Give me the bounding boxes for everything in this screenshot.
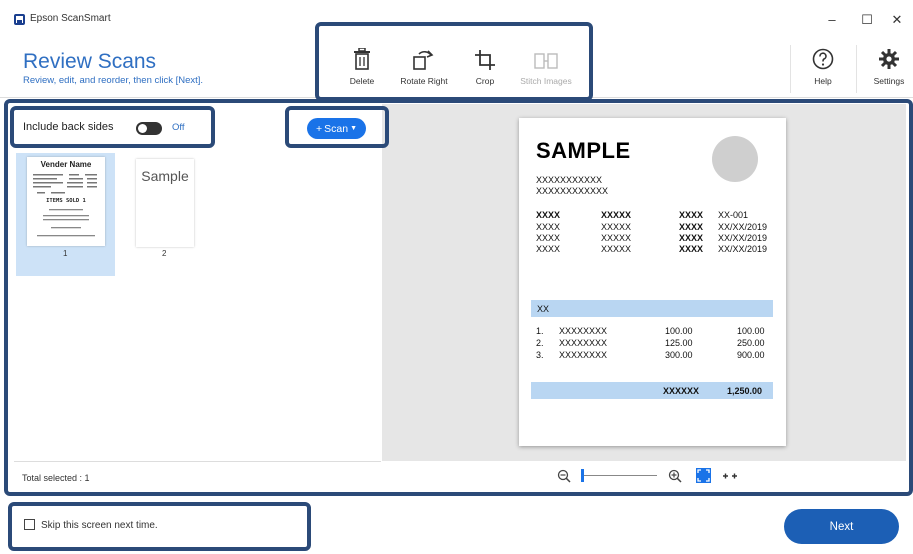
toolbar-divider	[856, 45, 857, 93]
minimize-button[interactable]: –	[822, 10, 842, 30]
app-logo-icon	[14, 14, 25, 25]
back-sides-highlight	[10, 106, 215, 148]
maximize-button[interactable]: ☐	[857, 10, 877, 30]
page-subtitle: Review, edit, and reorder, then click [N…	[23, 75, 204, 86]
help-label: Help	[814, 76, 832, 86]
toolbar-highlight	[315, 22, 593, 101]
settings-button[interactable]: Settings	[853, 42, 913, 92]
skip-option-highlight	[8, 502, 311, 551]
close-button[interactable]: ✕	[887, 10, 907, 30]
scan-button-highlight	[285, 106, 389, 148]
workspace-highlight	[4, 99, 913, 496]
settings-label: Settings	[873, 76, 905, 86]
toolbar-divider	[790, 45, 791, 93]
page-title: Review Scans	[23, 50, 157, 73]
help-icon	[787, 42, 859, 70]
help-button[interactable]: Help	[787, 42, 859, 92]
app-title: Epson ScanSmart	[30, 13, 111, 24]
next-button[interactable]: Next	[784, 509, 899, 544]
gear-icon	[853, 42, 913, 70]
